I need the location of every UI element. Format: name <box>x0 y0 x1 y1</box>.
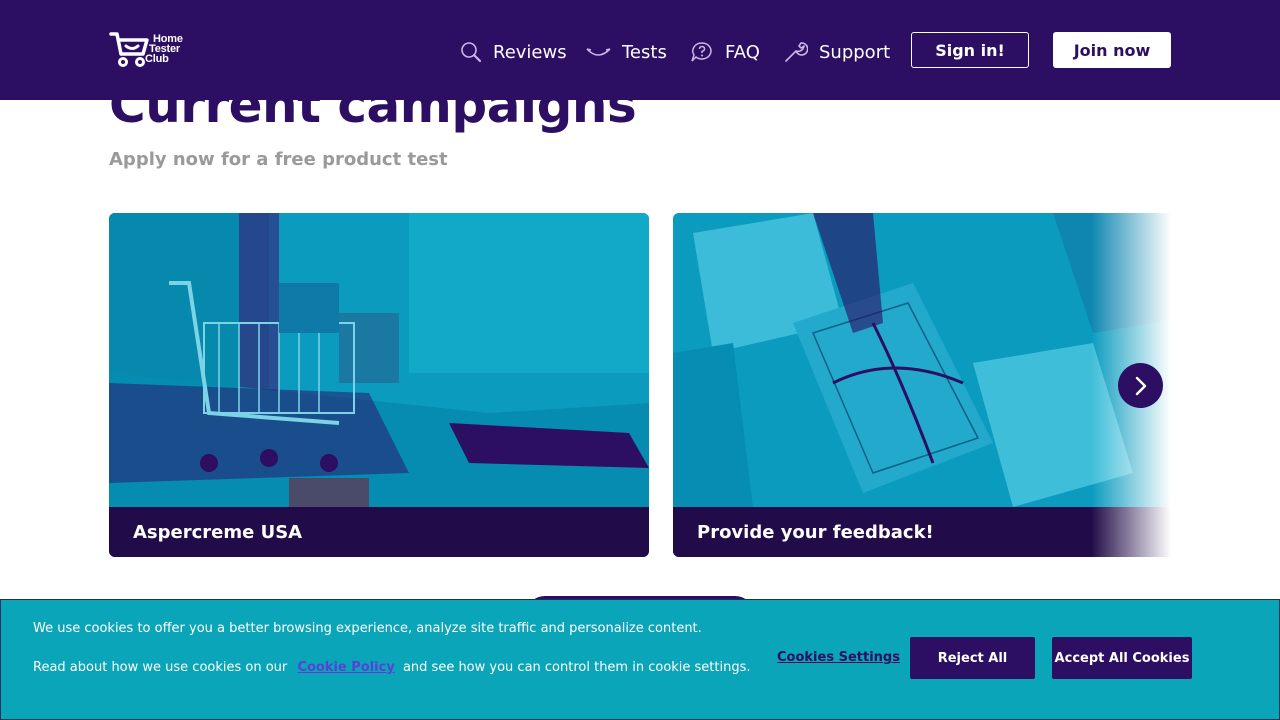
chevron-right-icon <box>1135 376 1146 395</box>
join-now-button[interactable]: Join now <box>1053 32 1171 68</box>
nav-faq[interactable]: FAQ <box>690 38 760 66</box>
site-header: Home Tester Club Reviews Tests FAQ Suppo… <box>0 0 1280 100</box>
nav-label: Reviews <box>493 41 567 63</box>
campaign-card-title: Aspercreme USA <box>109 507 649 557</box>
accept-all-cookies-button[interactable]: Accept All Cookies <box>1052 637 1192 679</box>
question-bubble-icon <box>691 42 712 62</box>
nav-support[interactable]: Support <box>784 38 890 66</box>
cookie-policy-link[interactable]: Cookie Policy <box>297 660 394 675</box>
reject-all-button[interactable]: Reject All <box>910 637 1035 679</box>
cookie-text-post: and see how you can control them in cook… <box>402 660 751 675</box>
cookie-policy-message: Read about how we use cookies on our Coo… <box>33 660 751 675</box>
nav-label: FAQ <box>725 41 760 63</box>
page-subtitle: Apply now for a free product test <box>109 149 448 170</box>
nav-label: Support <box>819 41 891 63</box>
cookie-text-pre: Read about how we use cookies on our <box>33 660 288 675</box>
logo-line: Club <box>145 53 169 65</box>
campaign-card[interactable]: Aspercreme USA <box>109 213 649 557</box>
sign-in-button[interactable]: Sign in! <box>911 32 1029 68</box>
cookie-banner: We use cookies to offer you a better bro… <box>0 599 1280 720</box>
carousel-next-button[interactable] <box>1118 363 1163 408</box>
cookie-message: We use cookies to offer you a better bro… <box>33 621 702 636</box>
magnifier-icon <box>461 42 482 63</box>
home-tester-club-logo[interactable]: Home Tester Club <box>109 30 183 68</box>
logo-text: Home Tester Club <box>145 34 183 65</box>
nav-tests[interactable]: Tests <box>586 38 667 66</box>
nav-reviews[interactable]: Reviews <box>460 38 567 66</box>
smile-icon <box>586 48 611 56</box>
campaign-carousel: Aspercreme USA Provide your feedback! <box>109 213 1171 557</box>
wrench-icon <box>785 42 808 62</box>
shopping-cart-photo <box>109 213 649 507</box>
nav-label: Tests <box>622 41 667 63</box>
cookies-settings-button[interactable]: Cookies Settings <box>777 650 900 665</box>
